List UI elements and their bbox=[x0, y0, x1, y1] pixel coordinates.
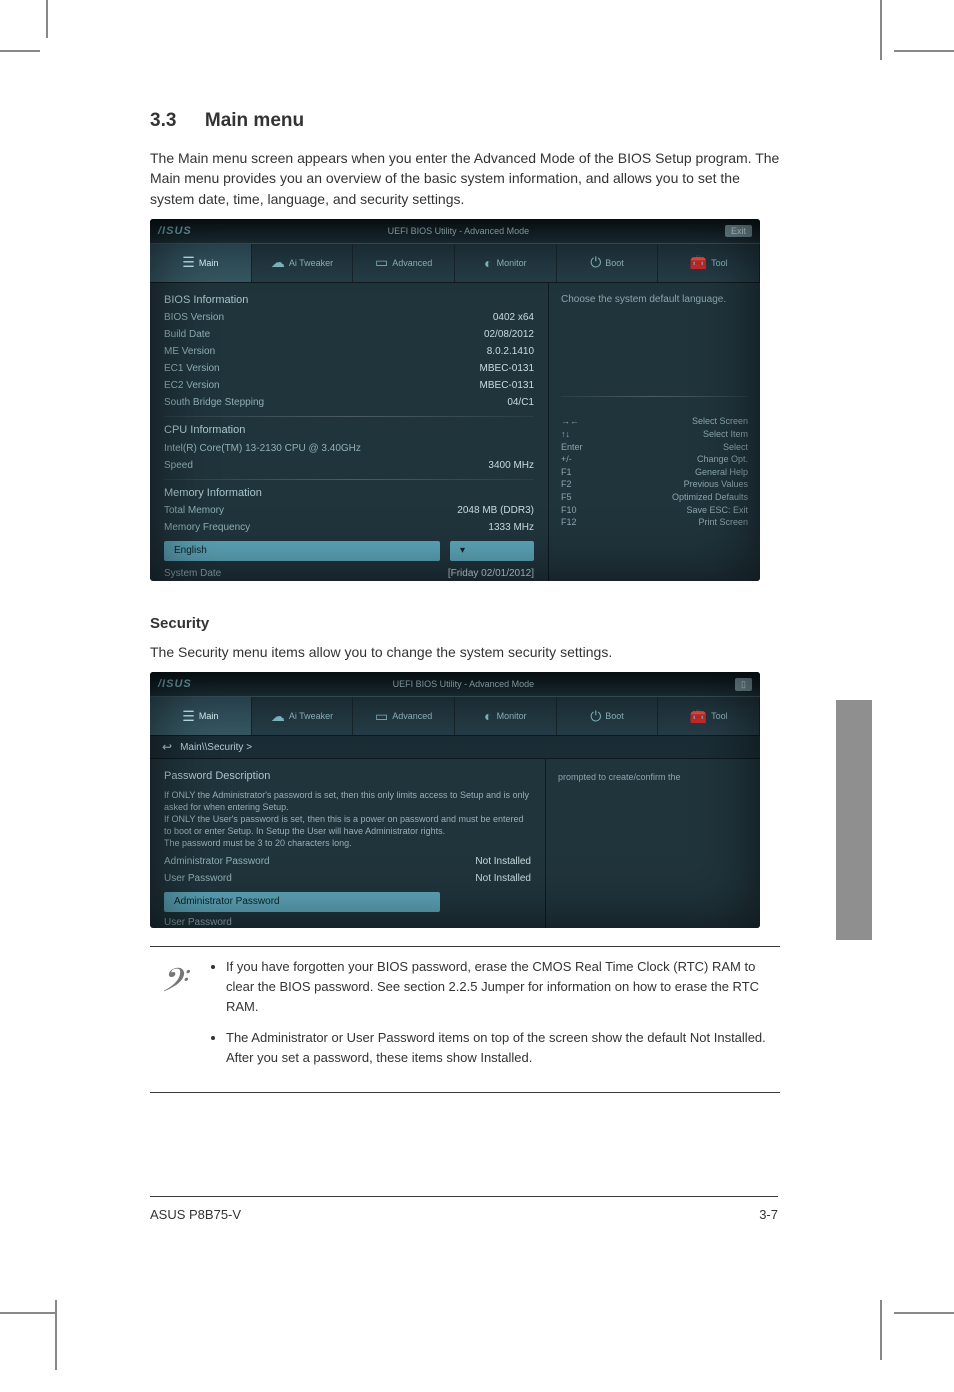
section-heading: 3.3 Main menu bbox=[150, 110, 780, 132]
breadcrumb: Main\\Security > bbox=[180, 742, 252, 753]
language-dropdown-arrow[interactable]: ▾ bbox=[450, 541, 534, 561]
cloud-icon: ☁ bbox=[271, 708, 285, 725]
tool-icon: 🧰 bbox=[690, 708, 707, 725]
bios-info-title: BIOS Information bbox=[164, 293, 534, 308]
tab-ai-tweaker[interactable]: ☁Ai Tweaker bbox=[252, 697, 354, 735]
list-icon: ☰ bbox=[182, 254, 195, 271]
password-desc-title: Password Description bbox=[164, 769, 531, 784]
tab-main[interactable]: ☰Main bbox=[150, 697, 252, 735]
bios-menubar: ☰Main ☁Ai Tweaker ▭Advanced ◐Monitor ⏻Bo… bbox=[150, 243, 760, 283]
language-dropdown[interactable]: English bbox=[164, 541, 440, 561]
cpu-name: Intel(R) Core(TM) 13-2130 CPU @ 3.40GHz bbox=[164, 442, 534, 456]
bios-screenshot-security: /ISUS UEFI BIOS Utility - Advanced Mode … bbox=[150, 672, 760, 928]
tab-monitor[interactable]: ◐Monitor bbox=[455, 244, 557, 282]
section-title: Main menu bbox=[205, 110, 304, 131]
table-row: ME Version8.0.2.1410 bbox=[164, 345, 534, 359]
cloud-icon: ☁ bbox=[271, 254, 285, 271]
list-icon: ☰ bbox=[182, 708, 195, 725]
back-icon[interactable]: ↩ bbox=[162, 740, 172, 754]
tab-monitor[interactable]: ◐Monitor bbox=[455, 697, 557, 735]
section-number: 3.3 bbox=[150, 110, 176, 131]
brand-logo: /ISUS bbox=[158, 225, 192, 237]
utility-title: UEFI BIOS Utility - Advanced Mode bbox=[393, 679, 535, 689]
table-row: EC1 VersionMBEC-0131 bbox=[164, 362, 534, 376]
tool-icon: 🧰 bbox=[690, 254, 707, 271]
footer-left: ASUS P8B75-V bbox=[150, 1207, 241, 1222]
note-block: 𝄢 If you have forgotten your BIOS passwo… bbox=[150, 946, 780, 1078]
tab-boot[interactable]: ⏻Boot bbox=[557, 244, 659, 282]
tab-main[interactable]: ☰Main bbox=[150, 244, 252, 282]
intro-paragraph: The Main menu screen appears when you en… bbox=[150, 148, 780, 209]
security-heading: Security bbox=[150, 615, 780, 632]
table-row: Build Date02/08/2012 bbox=[164, 328, 534, 342]
tab-advanced[interactable]: ▭Advanced bbox=[353, 244, 455, 282]
bios-screenshot-main: /ISUS UEFI BIOS Utility - Advanced Mode … bbox=[150, 219, 760, 581]
note-item: If you have forgotten your BIOS password… bbox=[226, 957, 780, 1017]
tab-tool[interactable]: 🧰Tool bbox=[658, 697, 760, 735]
table-row: BIOS Version0402 x64 bbox=[164, 311, 534, 325]
side-hint: Choose the system default language. bbox=[561, 293, 748, 307]
chip-icon: ▭ bbox=[375, 254, 388, 271]
footer-right: 3-7 bbox=[759, 1207, 778, 1222]
admin-password-select[interactable]: Administrator Password bbox=[164, 892, 440, 912]
mem-info-title: Memory Information bbox=[164, 486, 534, 501]
power-icon: ⏻ bbox=[590, 708, 601, 725]
note-icon: 𝄢 bbox=[150, 963, 194, 1078]
power-icon: ⏻ bbox=[590, 254, 601, 271]
exit-button[interactable]: Exit bbox=[725, 225, 752, 237]
note-item: The Administrator or User Password items… bbox=[226, 1028, 780, 1068]
chapter-tab bbox=[836, 700, 872, 940]
password-desc-lines: If ONLY the Administrator's password is … bbox=[164, 789, 531, 850]
exit-button[interactable]: ▯ bbox=[735, 678, 752, 691]
monitor-icon: ◐ bbox=[484, 255, 492, 271]
page-footer: ASUS P8B75-V 3-7 bbox=[150, 1196, 778, 1222]
table-row: South Bridge Stepping04/C1 bbox=[164, 396, 534, 410]
utility-title: UEFI BIOS Utility - Advanced Mode bbox=[388, 226, 530, 236]
security-paragraph: The Security menu items allow you to cha… bbox=[150, 642, 780, 662]
system-language-field[interactable]: English ▾ bbox=[164, 541, 534, 561]
brand-logo: /ISUS bbox=[158, 678, 192, 690]
admin-password-field[interactable]: Administrator Password bbox=[164, 892, 531, 912]
key-legend: →←Select Screen ↑↓Select Item EnterSelec… bbox=[561, 415, 748, 528]
tab-boot[interactable]: ⏻Boot bbox=[557, 697, 659, 735]
monitor-icon: ◐ bbox=[484, 708, 492, 724]
tab-tool[interactable]: 🧰Tool bbox=[658, 244, 760, 282]
chip-icon: ▭ bbox=[375, 708, 388, 725]
table-row: EC2 VersionMBEC-0131 bbox=[164, 379, 534, 393]
tab-ai-tweaker[interactable]: ☁Ai Tweaker bbox=[252, 244, 354, 282]
tab-advanced[interactable]: ▭Advanced bbox=[353, 697, 455, 735]
side-hint: prompted to create/confirm the bbox=[558, 771, 748, 783]
cpu-info-title: CPU Information bbox=[164, 423, 534, 438]
